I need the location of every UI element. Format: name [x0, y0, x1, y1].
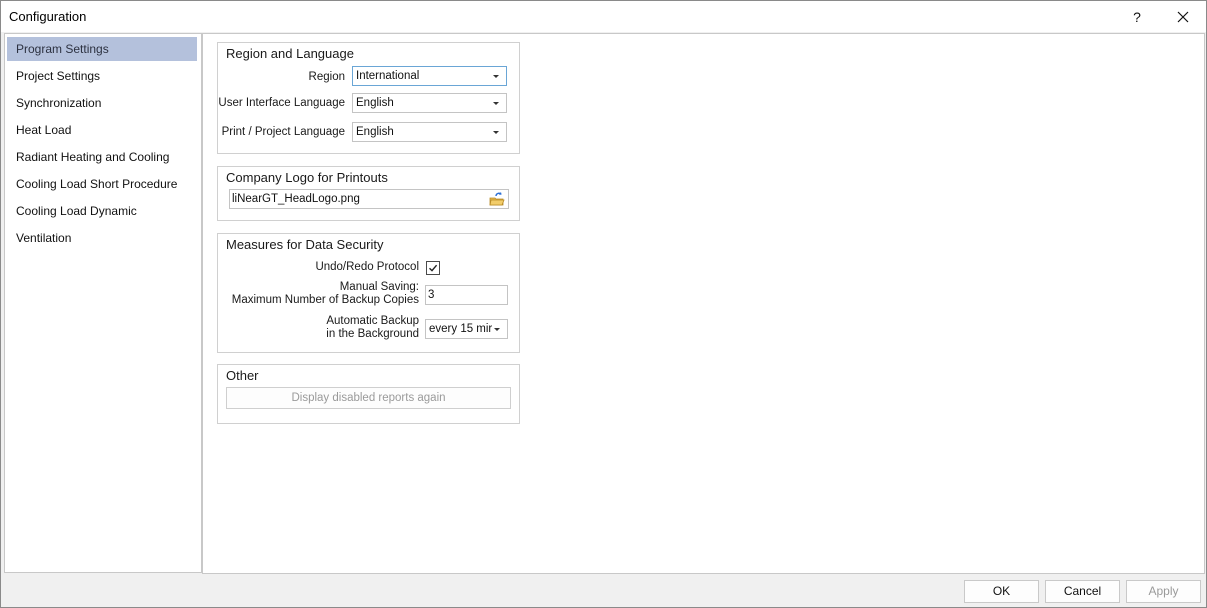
- chevron-down-icon: [491, 94, 501, 112]
- nav-item-project-settings[interactable]: Project Settings: [7, 64, 197, 88]
- settings-panel: Region and Language Region International…: [202, 33, 1205, 574]
- chevron-down-icon: [491, 123, 501, 141]
- nav-item-ventilation[interactable]: Ventilation: [7, 226, 197, 250]
- auto-backup-label-line1: Automatic Backup: [326, 315, 419, 327]
- apply-button[interactable]: Apply: [1126, 580, 1201, 603]
- other-group: Other Display disabled reports again: [217, 364, 520, 424]
- region-language-title: Region and Language: [226, 46, 354, 61]
- close-button[interactable]: [1161, 1, 1205, 32]
- backup-copies-input[interactable]: 3: [425, 285, 508, 305]
- close-icon: [1177, 11, 1189, 22]
- region-label: Region: [308, 71, 345, 83]
- nav-item-cooling-load-dynamic[interactable]: Cooling Load Dynamic: [7, 199, 197, 223]
- nav-item-heat-load[interactable]: Heat Load: [7, 118, 197, 142]
- ui-language-label: User Interface Language: [218, 97, 345, 109]
- configuration-dialog: Configuration ? Program Settings Project…: [0, 0, 1207, 608]
- region-language-group: Region and Language Region International…: [217, 42, 520, 154]
- nav-item-synchronization[interactable]: Synchronization: [7, 91, 197, 115]
- folder-open-icon[interactable]: [488, 191, 506, 207]
- data-security-title: Measures for Data Security: [226, 237, 384, 252]
- other-title: Other: [226, 368, 259, 383]
- region-select[interactable]: International: [352, 66, 507, 86]
- window-title: Configuration: [9, 9, 87, 24]
- undo-redo-checkbox[interactable]: [426, 261, 440, 275]
- manual-saving-label-line1: Manual Saving:: [339, 281, 419, 293]
- chevron-down-icon: [492, 320, 502, 338]
- ok-button[interactable]: OK: [964, 580, 1039, 603]
- logo-file-value: liNearGT_HeadLogo.png: [232, 193, 360, 205]
- help-button[interactable]: ?: [1115, 1, 1159, 32]
- print-language-label: Print / Project Language: [221, 126, 345, 138]
- auto-backup-label-line2: in the Background: [326, 328, 419, 340]
- undo-redo-label: Undo/Redo Protocol: [315, 261, 419, 273]
- settings-nav: Program Settings Project Settings Synchr…: [4, 33, 202, 573]
- logo-file-field[interactable]: liNearGT_HeadLogo.png: [229, 189, 509, 209]
- chevron-down-icon: [491, 67, 501, 85]
- print-language-select[interactable]: English: [352, 122, 507, 142]
- company-logo-title: Company Logo for Printouts: [226, 170, 388, 185]
- auto-backup-select[interactable]: every 15 mir: [425, 319, 508, 339]
- title-bar: Configuration ?: [1, 1, 1206, 32]
- region-value: International: [356, 70, 420, 82]
- checkmark-icon: [429, 264, 438, 272]
- ui-language-select[interactable]: English: [352, 93, 507, 113]
- auto-backup-value: every 15 mir: [429, 323, 493, 335]
- ui-language-value: English: [356, 97, 394, 109]
- data-security-group: Measures for Data Security Undo/Redo Pro…: [217, 233, 520, 353]
- company-logo-group: Company Logo for Printouts liNearGT_Head…: [217, 166, 520, 221]
- nav-item-program-settings[interactable]: Program Settings: [7, 37, 197, 61]
- display-disabled-reports-button[interactable]: Display disabled reports again: [226, 387, 511, 409]
- print-language-value: English: [356, 126, 394, 138]
- nav-item-cooling-load-short[interactable]: Cooling Load Short Procedure: [7, 172, 197, 196]
- cancel-button[interactable]: Cancel: [1045, 580, 1120, 603]
- manual-saving-label-line2: Maximum Number of Backup Copies: [231, 294, 419, 306]
- nav-item-radiant-heating-cooling[interactable]: Radiant Heating and Cooling: [7, 145, 197, 169]
